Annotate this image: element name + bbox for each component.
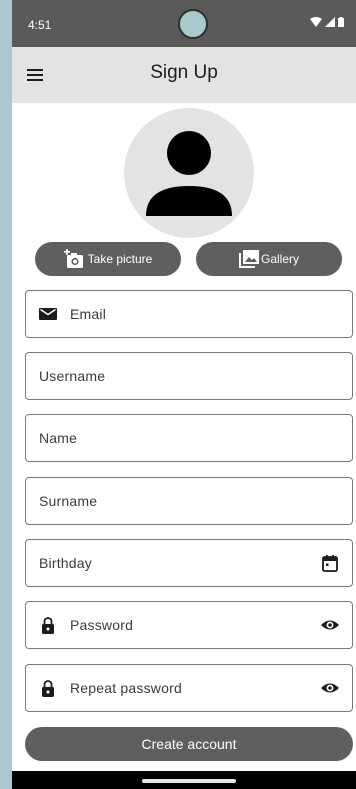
- front-camera: [178, 9, 208, 39]
- email-field[interactable]: Email: [25, 290, 353, 338]
- birthday-field[interactable]: Birthday: [25, 539, 353, 587]
- status-bar: 4:51: [12, 0, 356, 47]
- repeat-password-field[interactable]: Repeat password: [25, 664, 353, 712]
- wifi-icon: [310, 17, 322, 27]
- name-label: Name: [39, 430, 78, 446]
- surname-label: Surname: [39, 493, 98, 509]
- phone-screen: 4:51 Sign Up Take picture Gallery Email …: [12, 0, 356, 789]
- repeat-password-label: Repeat password: [70, 680, 182, 696]
- navigation-bar: [12, 771, 356, 789]
- app-bar: Sign Up: [12, 47, 356, 103]
- avatar: [124, 108, 254, 238]
- surname-field[interactable]: Surname: [25, 477, 353, 525]
- add-camera-icon: [63, 249, 83, 268]
- battery-icon: [338, 17, 344, 27]
- eye-icon[interactable]: [320, 615, 340, 635]
- username-label: Username: [39, 368, 106, 384]
- home-gesture-handle[interactable]: [142, 779, 236, 783]
- status-icons: [310, 17, 344, 27]
- email-label: Email: [70, 306, 107, 322]
- status-time: 4:51: [28, 18, 52, 32]
- page-title: Sign Up: [150, 62, 218, 83]
- username-field[interactable]: Username: [25, 352, 353, 400]
- password-field[interactable]: Password: [25, 601, 353, 649]
- create-account-button[interactable]: Create account: [25, 727, 353, 761]
- image-icon: [238, 250, 259, 268]
- take-picture-button[interactable]: Take picture: [35, 242, 181, 276]
- calendar-icon[interactable]: [320, 553, 340, 573]
- cellular-icon: [325, 17, 335, 27]
- password-label: Password: [70, 617, 134, 633]
- gallery-button[interactable]: Gallery: [196, 242, 342, 276]
- gallery-label: Gallery: [260, 252, 299, 266]
- person-icon: [146, 131, 232, 216]
- birthday-label: Birthday: [39, 555, 92, 571]
- take-picture-label: Take picture: [87, 252, 153, 266]
- name-field[interactable]: Name: [25, 414, 353, 462]
- lock-icon: [42, 680, 54, 697]
- mail-icon: [39, 308, 57, 320]
- lock-icon: [42, 617, 54, 634]
- eye-icon[interactable]: [320, 678, 340, 698]
